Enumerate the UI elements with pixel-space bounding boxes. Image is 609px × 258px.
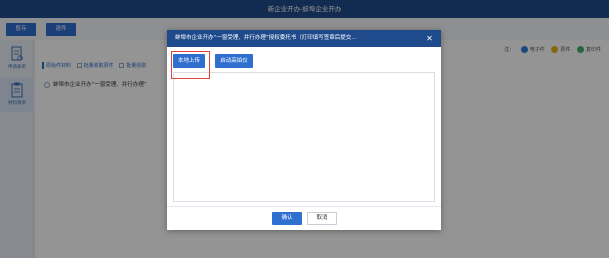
confirm-button[interactable]: 确认 <box>272 212 302 225</box>
dialog-divider <box>167 206 441 207</box>
upload-preview-area <box>173 72 435 202</box>
start-scanner-button[interactable]: 启动高拍仪 <box>215 54 253 68</box>
cancel-button[interactable]: 取消 <box>307 212 337 225</box>
close-icon[interactable]: ✕ <box>425 34 434 43</box>
highlight-box <box>171 51 210 79</box>
dialog-title: 蚌埠市企业开办“一窗受理、并行办理”授权委托书（打印填写签章后提交... <box>167 30 441 47</box>
